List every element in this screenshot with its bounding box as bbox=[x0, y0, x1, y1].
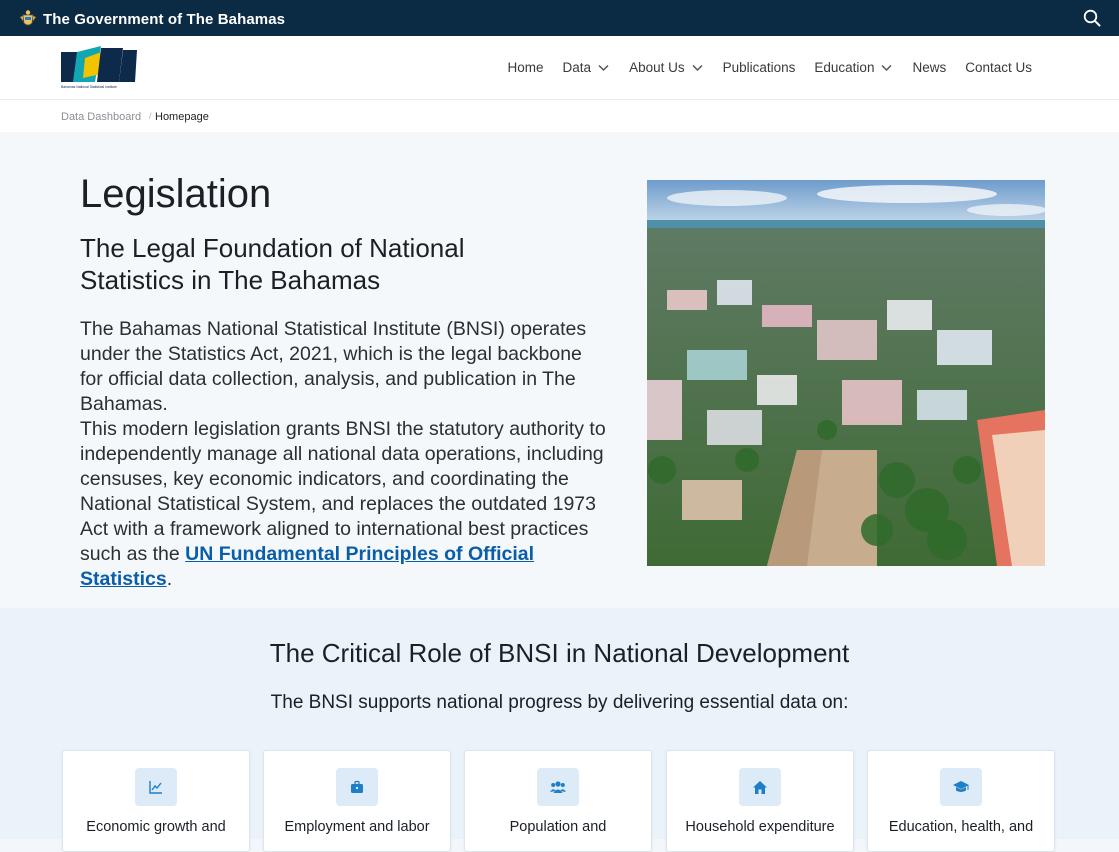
nav-education[interactable]: Education bbox=[814, 60, 893, 75]
briefcase-icon bbox=[351, 780, 363, 793]
chevron-down-icon bbox=[881, 64, 892, 72]
icon-tile bbox=[537, 768, 579, 806]
section-heading: The Critical Role of BNSI in National De… bbox=[269, 638, 850, 668]
legislation-paragraph: This modern legislation grants BNSI the … bbox=[80, 418, 606, 590]
card-economic-growth[interactable]: Economic growth and bbox=[62, 750, 250, 852]
nav-publications[interactable]: Publications bbox=[723, 60, 796, 75]
line-chart-icon bbox=[149, 781, 162, 794]
coat-of-arms-icon bbox=[20, 10, 36, 26]
section-subtitle: The Legal Foundation of National Statist… bbox=[80, 233, 465, 295]
nav-data[interactable]: Data bbox=[563, 60, 611, 75]
card-label: Education, health, and bbox=[888, 819, 1034, 835]
chevron-down-icon bbox=[598, 64, 609, 72]
chevron-down-icon bbox=[692, 64, 703, 72]
bnsi-logo[interactable]: BNSI Bahamas National Statistical Instit… bbox=[61, 44, 139, 89]
nav-home[interactable]: Home bbox=[508, 60, 544, 75]
card-label: Employment and labor bbox=[284, 819, 430, 835]
svg-text:Bahamas National Statistical I: Bahamas National Statistical Institute bbox=[61, 85, 117, 89]
page-title: Legislation bbox=[80, 172, 272, 216]
icon-tile bbox=[940, 768, 982, 806]
card-education-health[interactable]: Education, health, and bbox=[867, 750, 1055, 852]
card-label: Household expenditure bbox=[685, 819, 835, 835]
home-icon bbox=[753, 780, 767, 794]
nav-contact-us[interactable]: Contact Us bbox=[965, 60, 1032, 75]
icon-tile bbox=[135, 768, 177, 806]
national-development-section: The Critical Role of BNSI in National De… bbox=[0, 608, 1119, 852]
breadcrumb: Data Dashboard / Homepage bbox=[0, 100, 1119, 132]
icon-tile bbox=[739, 768, 781, 806]
card-label: Population and bbox=[509, 819, 607, 835]
breadcrumb-current: Homepage bbox=[155, 111, 209, 123]
nav-news[interactable]: News bbox=[912, 60, 946, 75]
intro-paragraph: The Bahamas National Statistical Institu… bbox=[80, 318, 587, 415]
site-header: BNSI Bahamas National Statistical Instit… bbox=[0, 36, 1119, 100]
users-icon bbox=[550, 781, 566, 793]
breadcrumb-data-dashboard[interactable]: Data Dashboard bbox=[61, 111, 141, 123]
card-household-expenditure[interactable]: Household expenditure bbox=[666, 750, 854, 852]
government-bar: The Government of The Bahamas bbox=[0, 0, 1119, 36]
breadcrumb-separator: / bbox=[149, 111, 152, 121]
card-population[interactable]: Population and bbox=[464, 750, 652, 852]
graduation-cap-icon bbox=[953, 781, 969, 792]
legislation-section: Legislation The Legal Foundation of Nati… bbox=[0, 132, 1119, 608]
card-label: Economic growth and bbox=[86, 819, 226, 835]
nav-about-us[interactable]: About Us bbox=[629, 60, 704, 75]
card-employment[interactable]: Employment and labor bbox=[263, 750, 451, 852]
icon-tile bbox=[336, 768, 378, 806]
government-title[interactable]: The Government of The Bahamas bbox=[43, 11, 285, 28]
section-intro: The BNSI supports national progress by d… bbox=[270, 692, 849, 713]
main-nav: Home Data About Us Publications Educatio… bbox=[489, 36, 1032, 99]
nassau-aerial-photo bbox=[647, 180, 1045, 566]
search-icon[interactable] bbox=[1083, 9, 1101, 27]
